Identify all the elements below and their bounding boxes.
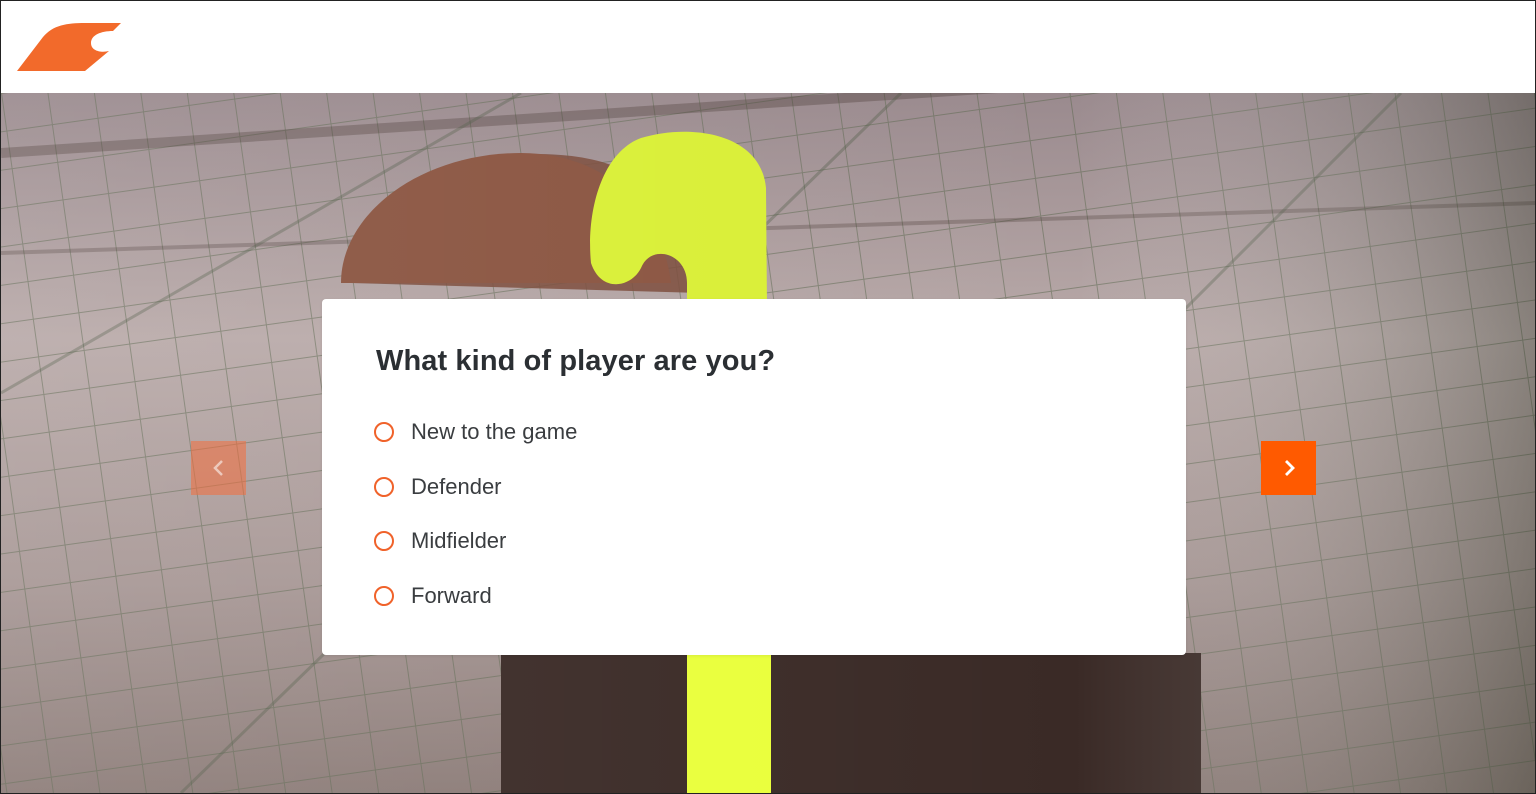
answer-option-label: Forward — [411, 583, 492, 609]
quiz-card: What kind of player are you? New to the … — [322, 299, 1186, 655]
answer-option-label: Midfielder — [411, 528, 507, 554]
radio-button[interactable] — [374, 531, 394, 552]
answer-option-label: New to the game — [411, 419, 578, 445]
chevron-left-icon — [212, 460, 223, 476]
answer-option-label: Defender — [411, 473, 502, 499]
page-frame: What kind of player are you? New to the … — [0, 0, 1536, 794]
quiz-question: What kind of player are you? — [376, 345, 776, 377]
answer-options: New to the game Defender Midfielder Forw… — [374, 405, 577, 623]
hero-banner: What kind of player are you? New to the … — [1, 93, 1535, 793]
site-header — [1, 1, 1535, 93]
answer-option-new-to-the-game[interactable]: New to the game — [374, 405, 577, 460]
previous-slide-button[interactable] — [191, 441, 246, 495]
answer-option-defender[interactable]: Defender — [374, 460, 577, 515]
radio-button[interactable] — [374, 586, 394, 607]
radio-button[interactable] — [374, 476, 394, 497]
next-slide-button[interactable] — [1261, 441, 1316, 495]
answer-option-midfielder[interactable]: Midfielder — [374, 514, 577, 569]
brand-logo[interactable] — [15, 21, 121, 73]
answer-option-forward[interactable]: Forward — [374, 569, 577, 624]
chevron-right-icon — [1284, 460, 1295, 476]
radio-button[interactable] — [374, 422, 394, 443]
